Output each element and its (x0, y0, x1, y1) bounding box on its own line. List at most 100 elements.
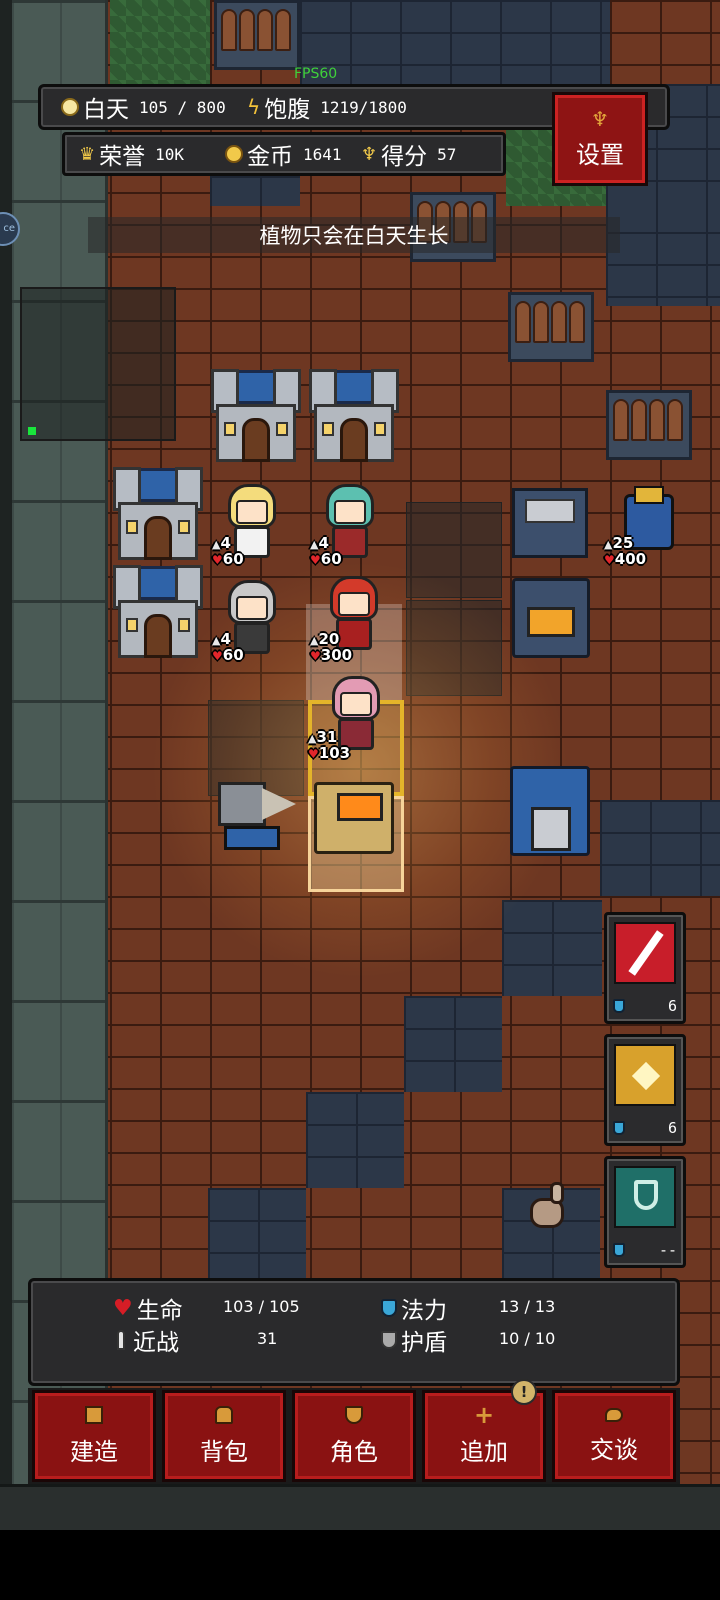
hammer-icon (85, 1405, 103, 1424)
mana-stat: 法力 (381, 1291, 447, 1325)
character-shield-icon (345, 1405, 363, 1424)
day-label: 白天 (83, 97, 129, 123)
settings-button[interactable]: ♆ 设置 (552, 92, 648, 186)
fps-counter: FPS60 (294, 66, 338, 82)
honor-label: 荣誉 (99, 144, 146, 170)
anvil-workbench[interactable] (512, 488, 588, 558)
skill-cost: 6 (667, 997, 677, 1015)
health-value: 103 (318, 744, 351, 762)
honor-value: 10K (155, 144, 185, 164)
footer-stone-strip (0, 1484, 720, 1530)
day-value: 105 / 800 (139, 97, 226, 117)
unit-stats: ▲25 ♥400 (604, 534, 647, 568)
health-value: 60 (320, 550, 342, 568)
dark-floor-tile (500, 0, 610, 84)
house-building[interactable] (211, 369, 301, 466)
backpack-icon (215, 1405, 233, 1424)
stomach-icon: ϟ (247, 95, 261, 119)
skill-cost: -- (658, 1241, 677, 1259)
house-building[interactable] (309, 369, 399, 466)
gold-label: 金币 (247, 144, 293, 170)
add-button[interactable]: + 追加 ! (422, 1379, 546, 1482)
character-button[interactable]: 角色 (292, 1390, 416, 1482)
player-stats: ▲31 ♥103 (308, 728, 351, 762)
health-value: 400 (614, 550, 647, 568)
unit-stats: ▲20 ♥300 (310, 630, 353, 664)
crown-icon: ♛ (79, 143, 96, 165)
hp-stat: ♥ 生命 (113, 1291, 183, 1325)
dark-floor-tile (404, 996, 502, 1092)
wrench-icon: ♆ (591, 106, 609, 131)
hp-label: 生命 (136, 1298, 183, 1324)
hint-message: 植物只会在白天生长 (88, 217, 620, 253)
blue-storage-chest[interactable] (510, 766, 590, 856)
resource-bar: ♛ 荣誉 10K 金币 1641 ♆ 得分 57 (62, 132, 506, 176)
score-indicator: ♆ 得分 57 (361, 135, 456, 173)
dark-floor-tile (210, 176, 300, 206)
action-bar: 建造 背包 角色 + 追加 ! 交谈 (28, 1379, 680, 1484)
health-value: 60 (222, 646, 244, 664)
skill-slot-rune[interactable]: 6 (604, 1034, 686, 1146)
mana-value: 13 / 13 (499, 1297, 556, 1316)
talk-label: 交谈 (590, 1435, 638, 1464)
dark-floor-tile (600, 800, 720, 896)
unit-stats: ▲4 ♥60 (212, 630, 244, 664)
character-label: 角色 (330, 1437, 378, 1466)
dark-floor-tile (502, 900, 602, 996)
trophy-icon: ♆ (361, 143, 378, 165)
skill-slot-shield[interactable]: -- (604, 1156, 686, 1268)
build-label: 建造 (70, 1437, 118, 1466)
build-button[interactable]: 建造 (32, 1390, 156, 1482)
dark-floor-tile (306, 1092, 404, 1188)
player-marker (28, 427, 36, 435)
spike-trap[interactable] (606, 390, 692, 460)
player-stats-panel: ♥ 生命 103 / 105 法力 13 / 13 近战 31 护盾 10 / … (28, 1278, 680, 1386)
mana-potion-icon (613, 1243, 625, 1257)
house-building[interactable] (113, 565, 203, 662)
mana-potion-icon (613, 1121, 625, 1135)
sword-slash-icon (614, 922, 676, 984)
dark-floor-tile (606, 200, 720, 306)
settings-label: 设置 (576, 140, 624, 169)
shield-stat: 护盾 (381, 1323, 447, 1357)
backpack-label: 背包 (200, 1437, 248, 1466)
spike-trap[interactable] (214, 0, 300, 70)
unit-stats: ▲4 ♥60 (310, 534, 342, 568)
hp-value: 103 / 105 (223, 1297, 300, 1316)
satiety-indicator: ϟ 饱腹 1219/1800 (247, 87, 407, 127)
edge-badge-label: ce (3, 223, 15, 234)
unit-stats: ▲4 ♥60 (212, 534, 244, 568)
sword-icon (117, 1330, 125, 1350)
chicken-creature[interactable] (524, 1180, 570, 1244)
coin-icon (225, 145, 243, 163)
house-building[interactable] (113, 467, 203, 564)
golden-rune-icon (614, 1044, 676, 1106)
skill-cost: 6 (667, 1119, 677, 1137)
mana-icon (381, 1299, 397, 1317)
talk-button[interactable]: 交谈 (552, 1390, 676, 1482)
spike-trap[interactable] (508, 292, 594, 362)
shield-value: 10 / 10 (499, 1329, 556, 1348)
shield-icon (614, 1166, 676, 1228)
system-nav-area (0, 1530, 720, 1600)
furnace-machine[interactable] (314, 782, 394, 854)
minimap[interactable] (20, 287, 176, 441)
melee-value: 31 (257, 1329, 278, 1348)
backpack-button[interactable]: 背包 (162, 1390, 286, 1482)
dark-floor-tile (208, 1188, 306, 1284)
gold-value: 1641 (303, 144, 342, 164)
satiety-value: 1219/1800 (320, 97, 407, 117)
speech-bubble-icon (605, 1407, 623, 1422)
drill-machine[interactable] (218, 782, 300, 854)
day-indicator: 白天 105 / 800 (61, 87, 226, 127)
skill-slot-sword[interactable]: 6 (604, 912, 686, 1024)
stone-oven[interactable] (512, 578, 590, 658)
mana-potion-icon (613, 999, 625, 1013)
health-value: 300 (320, 646, 353, 664)
gold-indicator: 金币 1641 (225, 135, 342, 173)
armor-shield-icon (381, 1331, 397, 1349)
add-label: 追加 (460, 1437, 508, 1466)
melee-stat: 近战 (117, 1323, 179, 1357)
shield-label: 护盾 (401, 1330, 447, 1356)
melee-label: 近战 (133, 1330, 179, 1356)
